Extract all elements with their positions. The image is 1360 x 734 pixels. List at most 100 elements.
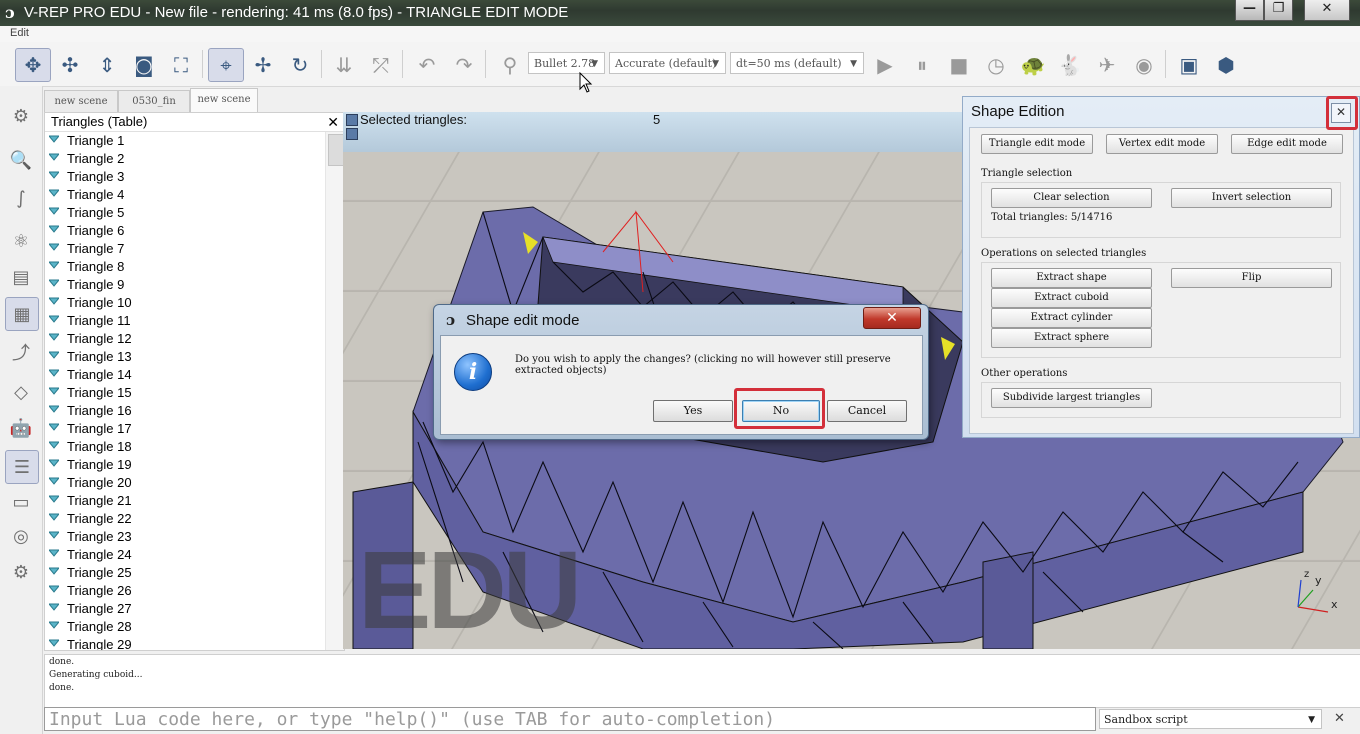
scripts-icon[interactable]: ▤ xyxy=(5,261,37,293)
undo-icon[interactable]: ↶ xyxy=(409,48,445,82)
fit-to-view-icon[interactable]: ⛶ xyxy=(163,48,199,82)
dialog-close-button[interactable]: ✕ xyxy=(863,307,921,329)
scrollbar-thumb[interactable] xyxy=(328,134,344,166)
triangle-list-item[interactable]: Triangle 29 xyxy=(49,636,132,650)
triangle-list-item[interactable]: Triangle 16 xyxy=(49,402,132,420)
path-edit-mode-icon[interactable]: ⤴ xyxy=(5,336,37,368)
triangle-list-item[interactable]: Triangle 25 xyxy=(49,564,132,582)
selection-icon[interactable]: ◇ xyxy=(5,376,37,408)
redo-icon[interactable]: ↷ xyxy=(446,48,482,82)
engine-accuracy-select[interactable]: Accurate (default) ▼ xyxy=(609,52,726,74)
triangle-icon xyxy=(49,585,59,593)
visualization-icon[interactable]: ◉ xyxy=(1126,48,1162,82)
triangle-list-item[interactable]: Triangle 18 xyxy=(49,438,132,456)
extract-sphere-button[interactable]: Extract sphere xyxy=(991,328,1152,348)
triangle-list-item[interactable]: Triangle 15 xyxy=(49,384,132,402)
triangle-list-item[interactable]: Triangle 1 xyxy=(49,132,124,150)
camera-pan-icon[interactable]: ✥ xyxy=(15,48,51,82)
object-shift-icon[interactable]: ✢ xyxy=(245,48,281,82)
scene-tab[interactable]: new scene xyxy=(44,90,118,113)
triangle-list-item[interactable]: Triangle 7 xyxy=(49,240,124,258)
page-selector-icon[interactable]: ▣ xyxy=(1171,48,1207,82)
triangle-list-item[interactable]: Triangle 21 xyxy=(49,492,132,510)
triangle-list-item[interactable]: Triangle 17 xyxy=(49,420,132,438)
triangle-list-item[interactable]: Triangle 4 xyxy=(49,186,124,204)
triangle-list-item[interactable]: Triangle 6 xyxy=(49,222,124,240)
layers-icon[interactable]: ▭ xyxy=(5,486,37,518)
scene-hierarchy-icon[interactable]: ☰ xyxy=(5,450,39,484)
menu-edit[interactable]: Edit xyxy=(10,27,29,39)
clear-selection-button[interactable]: Clear selection xyxy=(991,188,1152,208)
triangle-list-item[interactable]: Triangle 23 xyxy=(49,528,132,546)
triangle-list-item[interactable]: Triangle 20 xyxy=(49,474,132,492)
scene-selector-icon[interactable]: ⬢ xyxy=(1208,48,1244,82)
script-target-select[interactable]: Sandbox script ▼ xyxy=(1099,709,1322,729)
triangle-list-item[interactable]: Triangle 28 xyxy=(49,618,132,636)
extract-shape-button[interactable]: Extract shape xyxy=(991,268,1152,288)
scene-tab-active[interactable]: new scene xyxy=(190,88,258,113)
stop-icon[interactable]: ■ xyxy=(941,48,977,82)
subdivide-button[interactable]: Subdivide largest triangles xyxy=(991,388,1152,408)
triangle-list-item[interactable]: Triangle 9 xyxy=(49,276,124,294)
triangle-list-item[interactable]: Triangle 14 xyxy=(49,366,132,384)
triangle-list-item[interactable]: Triangle 12 xyxy=(49,330,132,348)
video-recorder-icon[interactable]: ◎ xyxy=(5,520,37,552)
close-window-button[interactable]: ✕ xyxy=(1304,0,1350,21)
minimize-button[interactable]: — xyxy=(1235,0,1264,21)
triangle-list-item[interactable]: Triangle 11 xyxy=(49,312,131,330)
camera-angle-icon[interactable]: ◙ xyxy=(126,48,162,82)
triangle-list-item[interactable]: Triangle 3 xyxy=(49,168,124,186)
shape-edit-mode-icon[interactable]: ▦ xyxy=(5,297,39,331)
flip-button[interactable]: Flip xyxy=(1171,268,1332,288)
triangle-list-item[interactable]: Triangle 13 xyxy=(49,348,132,366)
collections-icon[interactable]: ⚛ xyxy=(5,225,37,257)
view-menu-icon[interactable] xyxy=(346,128,358,140)
realtime-icon[interactable]: ◷ xyxy=(978,48,1014,82)
pause-icon[interactable]: ⏸ xyxy=(904,48,940,82)
hierarchy-scrollbar[interactable] xyxy=(325,132,344,650)
threaded-rendering-icon[interactable]: ✈ xyxy=(1089,48,1125,82)
triangle-edit-mode-button[interactable]: Triangle edit mode xyxy=(981,134,1093,154)
assemble-icon[interactable]: ⇊ xyxy=(326,48,362,82)
lua-command-input[interactable]: Input Lua code here, or type "help()" (u… xyxy=(44,707,1096,731)
click-select-icon[interactable]: ⌖ xyxy=(208,48,244,82)
yes-button[interactable]: Yes xyxy=(653,400,733,422)
triangle-icon xyxy=(49,459,59,467)
close-icon[interactable]: ✕ xyxy=(1334,711,1345,726)
object-rotate-icon[interactable]: ↻ xyxy=(282,48,318,82)
triangle-list-item[interactable]: Triangle 2 xyxy=(49,150,124,168)
scene-inspector-icon[interactable]: 🔍 xyxy=(5,144,37,176)
triangle-list-item[interactable]: Triangle 22 xyxy=(49,510,132,528)
scene-tab[interactable]: 0530_fin xyxy=(118,90,190,113)
transfer-dna-icon[interactable]: ⤱ xyxy=(363,48,399,82)
model-browser-icon[interactable]: 🤖 xyxy=(5,412,37,444)
speed-up-icon[interactable]: 🐇 xyxy=(1052,48,1088,82)
dynamics-engine-icon[interactable]: ⚲ xyxy=(492,48,528,82)
extract-cylinder-button[interactable]: Extract cylinder xyxy=(991,308,1152,328)
highlight-box xyxy=(734,388,825,429)
physics-engine-select[interactable]: Bullet 2.78 ▼ xyxy=(528,52,605,74)
time-step-select[interactable]: dt=50 ms (default) ▼ xyxy=(730,52,864,74)
view-menu-icon[interactable] xyxy=(346,114,358,126)
triangle-list-item[interactable]: Triangle 8 xyxy=(49,258,124,276)
triangle-list-item[interactable]: Triangle 19 xyxy=(49,456,132,474)
vertex-edit-mode-button[interactable]: Vertex edit mode xyxy=(1106,134,1218,154)
play-icon[interactable]: ▶ xyxy=(867,48,903,82)
close-icon[interactable]: ✕ xyxy=(327,113,339,131)
invert-selection-button[interactable]: Invert selection xyxy=(1171,188,1332,208)
triangle-list-item[interactable]: Triangle 5 xyxy=(49,204,124,222)
triangle-list-item[interactable]: Triangle 26 xyxy=(49,582,132,600)
maximize-button[interactable]: ❐ xyxy=(1264,0,1293,21)
camera-zoom-icon[interactable]: ⇕ xyxy=(89,48,125,82)
user-settings-icon[interactable]: ⚙ xyxy=(5,556,37,588)
triangle-list-item[interactable]: Triangle 10 xyxy=(49,294,132,312)
extract-cuboid-button[interactable]: Extract cuboid xyxy=(991,288,1152,308)
slow-down-icon[interactable]: 🐢 xyxy=(1015,48,1051,82)
triangle-list-item[interactable]: Triangle 27 xyxy=(49,600,132,618)
calculation-modules-icon[interactable]: ∫ xyxy=(5,182,37,214)
triangle-list-item[interactable]: Triangle 24 xyxy=(49,546,132,564)
edge-edit-mode-button[interactable]: Edge edit mode xyxy=(1231,134,1343,154)
simulation-settings-icon[interactable]: ⚙ xyxy=(5,100,37,132)
cancel-button[interactable]: Cancel xyxy=(827,400,907,422)
camera-rotate-icon[interactable]: ✣ xyxy=(52,48,88,82)
